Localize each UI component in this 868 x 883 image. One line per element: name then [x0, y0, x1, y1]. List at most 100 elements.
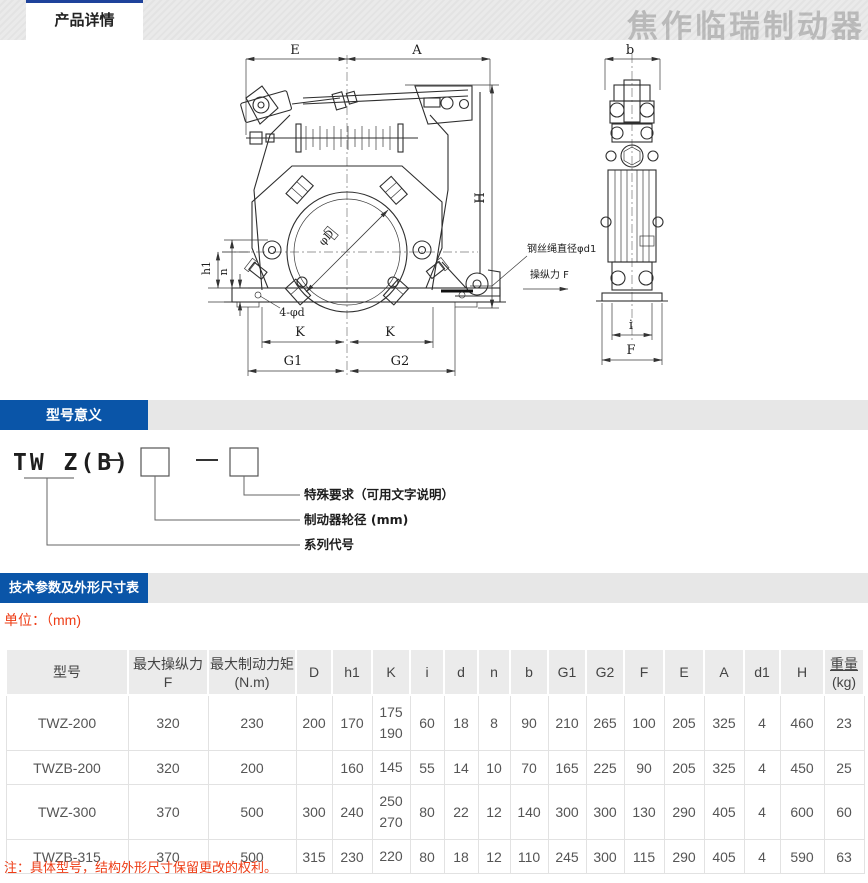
- section-title-model-meaning: 型号意义: [0, 400, 148, 430]
- cell: 90: [624, 751, 664, 785]
- dim-label-E: E: [290, 43, 300, 58]
- cell: 160: [332, 751, 372, 785]
- col-torque: 最大制动力矩 (N.m): [208, 649, 296, 695]
- cell-model: TWZB-200: [6, 751, 128, 785]
- cell: 90: [510, 695, 548, 751]
- col-D: D: [296, 649, 332, 695]
- callout-wheel-diameter: 制动器轮径 (mm): [304, 512, 408, 527]
- dim-label-A: A: [411, 43, 422, 58]
- col-H: H: [780, 649, 824, 695]
- unit-note: 单位：（mm): [4, 610, 81, 630]
- cell: 18: [444, 695, 478, 751]
- cell: 325: [704, 695, 744, 751]
- cell: 110: [510, 840, 548, 874]
- col-E: E: [664, 649, 704, 695]
- cell: 210: [548, 695, 586, 751]
- cell: 60: [824, 785, 864, 840]
- col-model: 型号: [6, 649, 128, 695]
- model-box-diameter: [141, 448, 169, 476]
- cell: 250 270: [372, 785, 410, 840]
- cell: 315: [296, 840, 332, 874]
- annotation-rope-diameter: 钢丝绳直径φd1: [527, 242, 596, 255]
- cell: 320: [128, 751, 208, 785]
- cell: 115: [624, 840, 664, 874]
- cell: 12: [478, 840, 510, 874]
- table-header-row: 型号 最大操纵力F 最大制动力矩 (N.m) D h1 K i d n b G1…: [6, 649, 864, 695]
- cell: 500: [208, 785, 296, 840]
- callout-special-requirements: 特殊要求（可用文字说明）: [304, 487, 454, 502]
- annotation-operating-force: 操纵力 F: [530, 268, 569, 281]
- cell: 300: [296, 785, 332, 840]
- model-prefix: TW Z(B): [13, 450, 131, 476]
- cell: 300: [586, 785, 624, 840]
- col-h1: h1: [332, 649, 372, 695]
- front-view: E A H: [200, 43, 596, 377]
- dim-label-b: b: [626, 43, 634, 58]
- cell: 23: [824, 695, 864, 751]
- cell: 265: [586, 695, 624, 751]
- dim-label-h1: h1: [200, 261, 213, 275]
- col-force: 最大操纵力F: [128, 649, 208, 695]
- col-K: K: [372, 649, 410, 695]
- cell: 4: [744, 751, 780, 785]
- col-d: d: [444, 649, 478, 695]
- tab-product-details[interactable]: 产品详情: [26, 0, 143, 40]
- dim-label-i: i: [629, 318, 633, 333]
- dim-label-G1: G1: [284, 354, 303, 369]
- col-d1: d1: [744, 649, 780, 695]
- col-G1: G1: [548, 649, 586, 695]
- section-bar-model-meaning: 型号意义: [0, 400, 868, 430]
- cell: 590: [780, 840, 824, 874]
- cell: 80: [410, 840, 444, 874]
- col-F: F: [624, 649, 664, 695]
- section-title-specs: 技术参数及外形尺寸表: [0, 573, 148, 603]
- cell: 450: [780, 751, 824, 785]
- dim-label-holes: 4-φd: [279, 306, 304, 319]
- cell: 205: [664, 751, 704, 785]
- cell: 140: [510, 785, 548, 840]
- cell-model: TWZ-300: [6, 785, 128, 840]
- cell: 70: [510, 751, 548, 785]
- cell: 25: [824, 751, 864, 785]
- dim-label-K1: K: [295, 325, 305, 340]
- col-weight-label: 重量: [830, 656, 858, 672]
- cell: 100: [624, 695, 664, 751]
- cell: 240: [332, 785, 372, 840]
- cell: 12: [478, 785, 510, 840]
- cell: 225: [586, 751, 624, 785]
- cell: 80: [410, 785, 444, 840]
- cell: 165: [548, 751, 586, 785]
- cell: 175 190: [372, 695, 410, 751]
- technical-drawing: E A H: [0, 40, 868, 395]
- col-b: b: [510, 649, 548, 695]
- cell: 320: [128, 695, 208, 751]
- table-row: TWZ-300 370 500 300 240 250 270 80 22 12…: [6, 785, 864, 840]
- cell: 22: [444, 785, 478, 840]
- cell-model: TWZ-200: [6, 695, 128, 751]
- cell: 460: [780, 695, 824, 751]
- cell: [296, 751, 332, 785]
- cell: 8: [478, 695, 510, 751]
- dim-label-K2: K: [385, 325, 395, 340]
- cell: 290: [664, 840, 704, 874]
- col-G2: G2: [586, 649, 624, 695]
- model-meaning-diagram: TW Z(B) 特殊要求（可用文字说明） 制动器轮径 (mm) 系列代号: [0, 430, 868, 570]
- cell: 205: [664, 695, 704, 751]
- cell: 18: [444, 840, 478, 874]
- dim-label-G2: G2: [391, 354, 410, 369]
- cell: 230: [208, 695, 296, 751]
- cell: 130: [624, 785, 664, 840]
- cell: 370: [128, 785, 208, 840]
- side-view: b i F: [596, 43, 668, 365]
- cell: 405: [704, 840, 744, 874]
- callout-series-code: 系列代号: [304, 537, 354, 552]
- section-bar-specs: 技术参数及外形尺寸表: [0, 573, 868, 603]
- cell: 325: [704, 751, 744, 785]
- cell: 300: [586, 840, 624, 874]
- cell: 300: [548, 785, 586, 840]
- model-box-special: [230, 448, 258, 476]
- cell: 63: [824, 840, 864, 874]
- cell: 230: [332, 840, 372, 874]
- cell: 200: [208, 751, 296, 785]
- cell: 4: [744, 840, 780, 874]
